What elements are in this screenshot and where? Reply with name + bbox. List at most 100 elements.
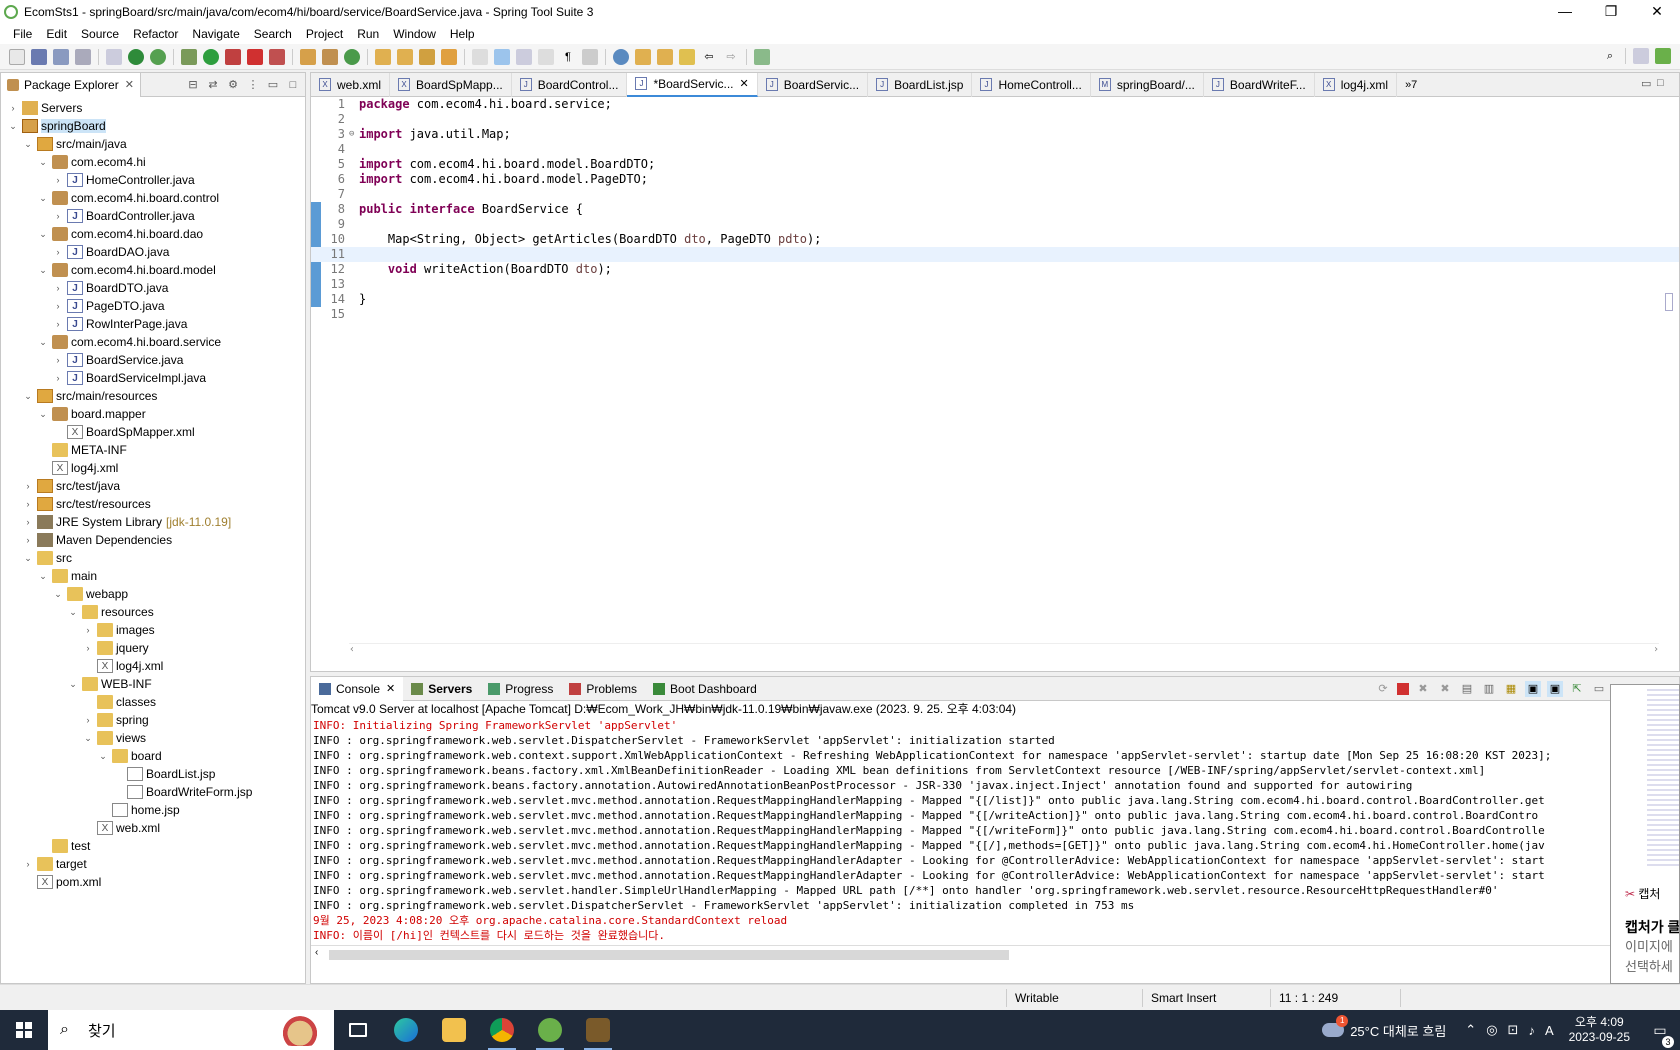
menu-refactor[interactable]: Refactor	[126, 27, 185, 41]
tab-boot-dashboard[interactable]: Boot Dashboard	[645, 677, 765, 701]
menu-file[interactable]: File	[6, 27, 39, 41]
code-line[interactable]: 8 public interface BoardService {	[311, 202, 1679, 217]
collapse-all-icon[interactable]: ⊟	[185, 77, 201, 93]
tree-item[interactable]: META-INF	[1, 441, 305, 459]
network-icon[interactable]: ⊡	[1508, 1022, 1519, 1038]
capture-thumbnail[interactable]	[1647, 689, 1679, 869]
pin-console-icon[interactable]: ⇱	[1569, 681, 1585, 697]
spring-perspective-icon[interactable]	[1655, 48, 1671, 64]
menu-search[interactable]: Search	[247, 27, 299, 41]
overview-ruler-mark[interactable]	[1665, 293, 1673, 311]
code-line[interactable]: 13	[311, 277, 1679, 292]
editor-tab[interactable]: J BoardWriteF...	[1204, 72, 1315, 97]
code-line[interactable]: 9	[311, 217, 1679, 232]
boot-icon[interactable]	[128, 48, 144, 65]
new-class-icon[interactable]	[344, 48, 360, 65]
chevron-right-icon[interactable]: ›	[22, 859, 34, 869]
maximize-icon[interactable]: □	[1657, 77, 1673, 90]
tree-item[interactable]: ⌄ board	[1, 747, 305, 765]
previous-annotation-icon[interactable]	[657, 48, 673, 65]
tree-item[interactable]: BoardList.jsp	[1, 765, 305, 783]
relaunch-icon[interactable]	[269, 48, 285, 65]
editor-tab[interactable]: J BoardControl...	[512, 72, 628, 97]
open-type-icon[interactable]	[375, 48, 391, 65]
task-view-button[interactable]	[334, 1010, 382, 1050]
editor-tab[interactable]: J BoardServic...	[758, 72, 869, 97]
ime-indicator[interactable]: A	[1545, 1023, 1554, 1038]
show-on-stderr-icon[interactable]: ▣	[1547, 681, 1563, 697]
word-wrap-icon[interactable]	[538, 48, 554, 65]
capture-notification[interactable]: ✂ 캡처 캡처가 클 이미지에 선택하세	[1610, 684, 1680, 984]
chevron-down-icon[interactable]: ⌄	[22, 391, 34, 402]
notification-center-button[interactable]: ▭ 3	[1640, 1022, 1680, 1048]
chevron-down-icon[interactable]: ⌄	[37, 265, 49, 276]
tree-item[interactable]: ⌄ resources	[1, 603, 305, 621]
forward-icon[interactable]: ⇨	[723, 49, 739, 65]
tab-progress[interactable]: Progress	[480, 677, 561, 701]
taskbar-tomcat[interactable]	[574, 1010, 622, 1050]
new-package-icon[interactable]	[322, 48, 338, 65]
tree-item[interactable]: ⌄ main	[1, 567, 305, 585]
tree-item[interactable]: ⌄ com.ecom4.hi	[1, 153, 305, 171]
taskbar-chrome[interactable]	[478, 1010, 526, 1050]
view-menu-icon[interactable]: ⋮	[245, 77, 261, 93]
tree-item[interactable]: ⌄ board.mapper	[1, 405, 305, 423]
scroll-lock-icon[interactable]: ▥	[1481, 681, 1497, 697]
chevron-right-icon[interactable]: ›	[52, 175, 64, 185]
chevron-down-icon[interactable]: ⌄	[22, 553, 34, 564]
close-icon[interactable]: ✕	[125, 78, 134, 91]
start-button[interactable]	[0, 1010, 48, 1050]
refresh-icon[interactable]	[150, 48, 166, 65]
scroll-right-icon[interactable]: ›	[1653, 644, 1659, 655]
console-horizontal-scrollbar[interactable]: ‹	[311, 945, 1679, 961]
tree-item[interactable]: › J BoardDTO.java	[1, 279, 305, 297]
show-whitespace-icon[interactable]: ¶	[560, 49, 576, 65]
editor-tab[interactable]: Xweb.xml	[311, 72, 391, 97]
tab-package-explorer[interactable]: Package Explorer ✕	[1, 72, 141, 97]
chevron-down-icon[interactable]: ⌄	[37, 193, 49, 204]
chevron-right-icon[interactable]: ›	[22, 535, 34, 545]
new-icon[interactable]	[9, 48, 25, 65]
tab-console[interactable]: Console ✕	[311, 676, 404, 701]
scroll-left-icon[interactable]: ‹	[315, 947, 318, 958]
format-icon[interactable]	[582, 48, 598, 65]
external-tools-icon[interactable]	[225, 48, 241, 65]
editor-tab[interactable]: MspringBoard/...	[1091, 72, 1204, 97]
show-on-stdout-icon[interactable]: ▣	[1525, 681, 1541, 697]
code-line[interactable]: 1 package com.ecom4.hi.board.service;	[311, 97, 1679, 112]
chevron-right-icon[interactable]: ›	[82, 715, 94, 725]
tree-item[interactable]: ⌄ WEB-INF	[1, 675, 305, 693]
skip-breakpoints-icon[interactable]	[106, 48, 122, 65]
tree-item[interactable]: › images	[1, 621, 305, 639]
minimize-icon[interactable]: ▭	[1641, 77, 1657, 90]
menu-source[interactable]: Source	[74, 27, 126, 41]
camera-icon[interactable]: ◎	[1486, 1022, 1497, 1038]
chevron-down-icon[interactable]: ⌄	[67, 679, 79, 690]
editor-horizontal-scrollbar[interactable]: ‹ ›	[349, 643, 1659, 657]
tree-item[interactable]: › src/test/resources	[1, 495, 305, 513]
globe-icon[interactable]	[613, 48, 629, 65]
tree-item[interactable]: ⌄ com.ecom4.hi.board.dao	[1, 225, 305, 243]
code-line[interactable]: 7	[311, 187, 1679, 202]
chevron-right-icon[interactable]: ›	[22, 481, 34, 491]
tree-item[interactable]: › J BoardDAO.java	[1, 243, 305, 261]
tree-item[interactable]: › Maven Dependencies	[1, 531, 305, 549]
tree-item[interactable]: › spring	[1, 711, 305, 729]
tree-item[interactable]: › jquery	[1, 639, 305, 657]
tab-overflow-button[interactable]: »7	[1397, 79, 1425, 91]
tree-item[interactable]: test	[1, 837, 305, 855]
minimize-button[interactable]: —	[1542, 0, 1588, 24]
chevron-right-icon[interactable]: ›	[82, 625, 94, 635]
close-button[interactable]: ✕	[1634, 0, 1680, 24]
tree-item[interactable]: › J BoardServiceImpl.java	[1, 369, 305, 387]
scroll-left-icon[interactable]: ‹	[349, 644, 355, 655]
chevron-down-icon[interactable]: ⌄	[37, 571, 49, 582]
search-tool-icon[interactable]	[419, 48, 435, 65]
chevron-down-icon[interactable]: ⌄	[37, 337, 49, 348]
code-line[interactable]: 2	[311, 112, 1679, 127]
chevron-right-icon[interactable]: ›	[22, 499, 34, 509]
mark-occurrences-icon[interactable]	[472, 48, 488, 65]
scrollbar-thumb[interactable]	[329, 950, 1009, 960]
code-line[interactable]: 14}	[311, 292, 1679, 307]
chevron-down-icon[interactable]: ⌄	[37, 409, 49, 420]
